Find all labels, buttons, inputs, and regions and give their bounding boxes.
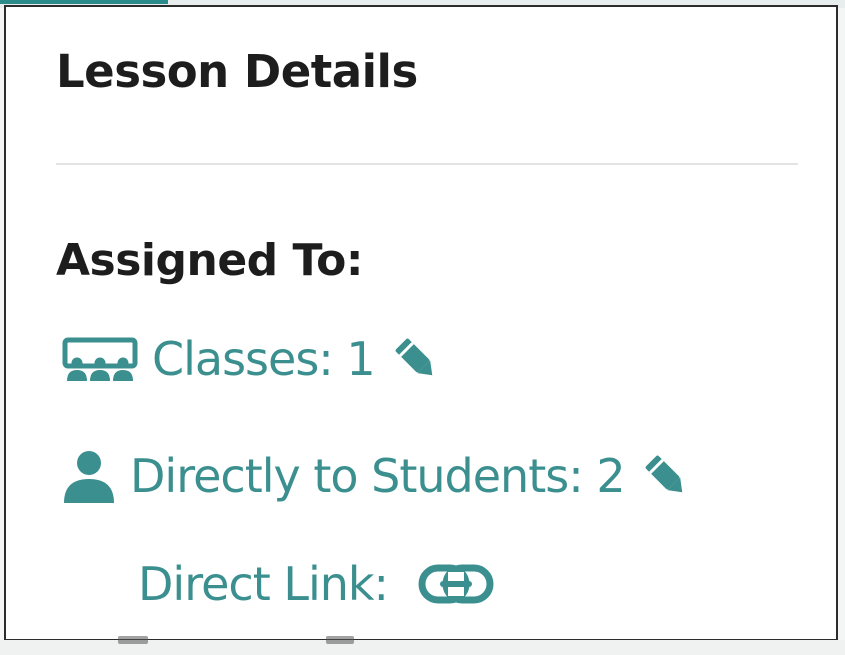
students-row: Directly to Students: 2 xyxy=(62,442,691,510)
direct-link-row: Direct Link: xyxy=(138,552,494,616)
top-accent-bar xyxy=(0,0,168,4)
user-icon xyxy=(62,449,116,503)
background-text-fragment xyxy=(326,636,354,644)
link-icon[interactable] xyxy=(418,564,494,604)
classroom-icon xyxy=(62,337,138,381)
background-text-fragment xyxy=(118,636,148,644)
classes-row: Classes: 1 xyxy=(62,327,441,391)
classes-label[interactable]: Classes: 1 xyxy=(152,332,376,386)
direct-link-label: Direct Link: xyxy=(138,557,389,611)
edit-students-pencil-icon[interactable] xyxy=(641,451,691,501)
divider xyxy=(56,163,798,165)
panel-title: Lesson Details xyxy=(56,45,418,98)
edit-classes-pencil-icon[interactable] xyxy=(391,334,441,384)
lesson-details-panel: Lesson Details Assigned To: xyxy=(4,5,838,641)
assigned-to-heading: Assigned To: xyxy=(56,235,363,286)
students-label[interactable]: Directly to Students: 2 xyxy=(130,449,626,503)
